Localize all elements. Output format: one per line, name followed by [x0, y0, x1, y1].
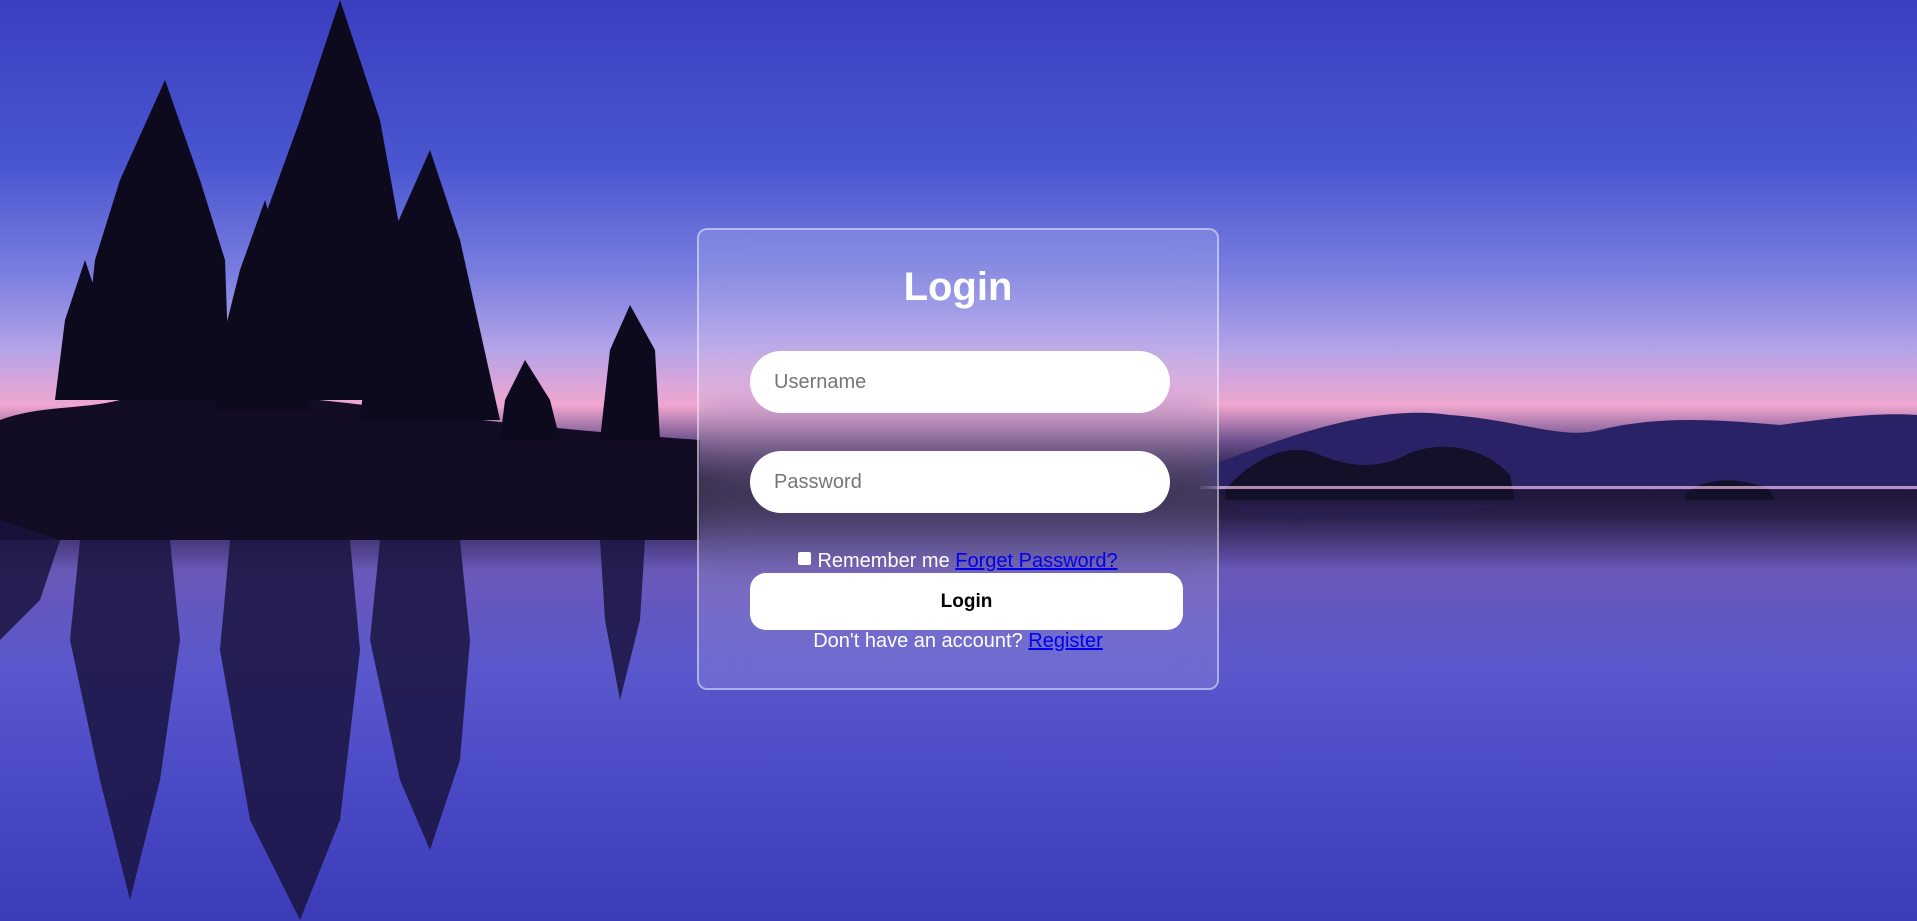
register-prompt: Don't have an account? — [813, 630, 1023, 652]
remember-label: Remember me — [817, 550, 950, 572]
login-card: Login Remember me Forget Password? Login… — [697, 228, 1219, 690]
forgot-password-link[interactable]: Forget Password? — [955, 550, 1117, 572]
remember-row: Remember me Forget Password? — [699, 550, 1217, 573]
login-button[interactable]: Login — [750, 573, 1183, 630]
register-row: Don't have an account? Register — [699, 630, 1217, 653]
login-title: Login — [903, 265, 1013, 309]
username-input[interactable] — [750, 351, 1170, 413]
remember-checkbox[interactable] — [798, 552, 812, 565]
password-input[interactable] — [750, 451, 1170, 513]
register-link[interactable]: Register — [1028, 630, 1102, 652]
